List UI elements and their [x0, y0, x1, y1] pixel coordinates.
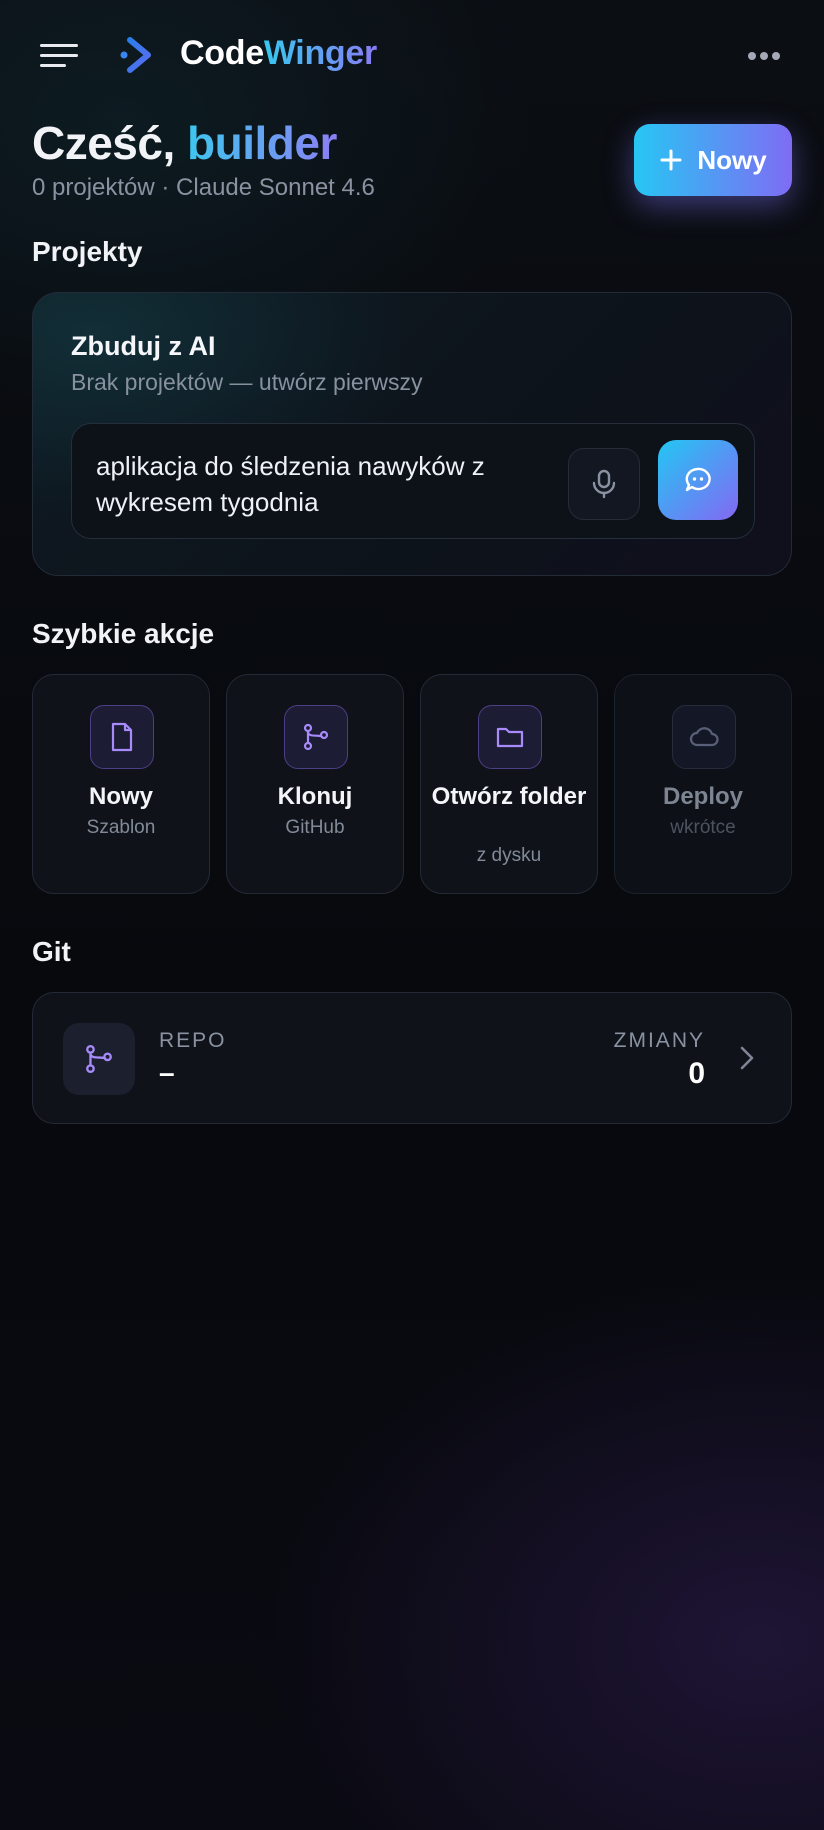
git-branch-icon	[303, 723, 329, 751]
quick-action-label: Nowy	[88, 783, 153, 810]
git-branch-icon	[86, 1045, 112, 1073]
repo-label: REPO	[159, 1029, 227, 1052]
quick-action-sub: wkrótce	[670, 817, 736, 838]
send-prompt-button[interactable]	[658, 440, 738, 520]
greeting-subline: 0 projektów · Claude Sonnet 4.6	[32, 174, 375, 201]
changes-value: 0	[688, 1057, 705, 1090]
quick-action-deploy: Deploy wkrótce	[614, 674, 792, 894]
microphone-icon	[592, 469, 616, 499]
more-options-button[interactable]	[744, 42, 784, 70]
brand-part-winger: Winger	[263, 34, 377, 72]
app-brand: CodeWinger	[180, 34, 377, 73]
app-header: CodeWinger	[0, 0, 824, 112]
dot	[760, 52, 768, 60]
greeting-title: Cześć, builder	[32, 116, 337, 170]
repo-value: –	[159, 1057, 175, 1088]
greeting-username: builder	[187, 117, 337, 169]
hamburger-menu-button[interactable]	[40, 42, 80, 70]
microphone-button[interactable]	[568, 448, 640, 520]
section-title-git: Git	[32, 936, 71, 967]
quick-action-clone[interactable]: Klonuj GitHub	[226, 674, 404, 894]
file-icon	[111, 722, 133, 752]
quick-action-new[interactable]: Nowy Szablon	[32, 674, 210, 894]
dot	[748, 52, 756, 60]
logo-chevron-icon	[120, 37, 151, 73]
quick-action-sub: z dysku	[476, 845, 542, 866]
hamburger-line	[40, 44, 78, 47]
chat-bubble-icon	[685, 467, 711, 492]
section-title-quick-actions: Szybkie akcje	[32, 618, 215, 649]
quick-action-sub: GitHub	[285, 817, 345, 838]
folder-icon	[496, 727, 524, 748]
quick-action-label: Otwórz folder	[431, 783, 587, 810]
brand-part-code: Code	[180, 34, 264, 72]
new-project-button[interactable]: Nowy	[634, 124, 792, 196]
quick-action-sub: Szablon	[86, 817, 156, 838]
build-with-ai-card: Zbuduj z AI Brak projektów — utwórz pier…	[32, 292, 792, 576]
hamburger-line	[40, 54, 78, 57]
ai-card-title: Zbuduj z AI	[71, 331, 216, 361]
quick-action-label: Deploy	[662, 783, 743, 810]
prompt-input-container: aplikacja do śledzenia nawyków z wykrese…	[71, 423, 755, 539]
plus-icon	[660, 149, 682, 171]
prompt-input[interactable]: aplikacja do śledzenia nawyków z wykrese…	[96, 448, 536, 520]
changes-label: ZMIANY	[613, 1029, 705, 1052]
quick-action-icon-box	[478, 705, 542, 769]
cloud-icon	[689, 727, 719, 747]
quick-action-label: Klonuj	[277, 783, 353, 810]
hamburger-line	[40, 64, 66, 67]
quick-action-icon-box	[90, 705, 154, 769]
git-status-card[interactable]: REPO – ZMIANY 0	[32, 992, 792, 1124]
ai-card-subtitle: Brak projektów — utwórz pierwszy	[71, 369, 423, 395]
section-title-projects: Projekty	[32, 236, 143, 267]
chevron-right-icon	[740, 1046, 754, 1070]
dot	[772, 52, 780, 60]
quick-action-icon-box	[672, 705, 736, 769]
quick-action-open-folder[interactable]: Otwórz folder z dysku	[420, 674, 598, 894]
git-icon-box	[63, 1023, 135, 1095]
greeting-prefix: Cześć,	[32, 117, 175, 169]
new-project-label: Nowy	[697, 144, 767, 175]
quick-action-icon-box	[284, 705, 348, 769]
